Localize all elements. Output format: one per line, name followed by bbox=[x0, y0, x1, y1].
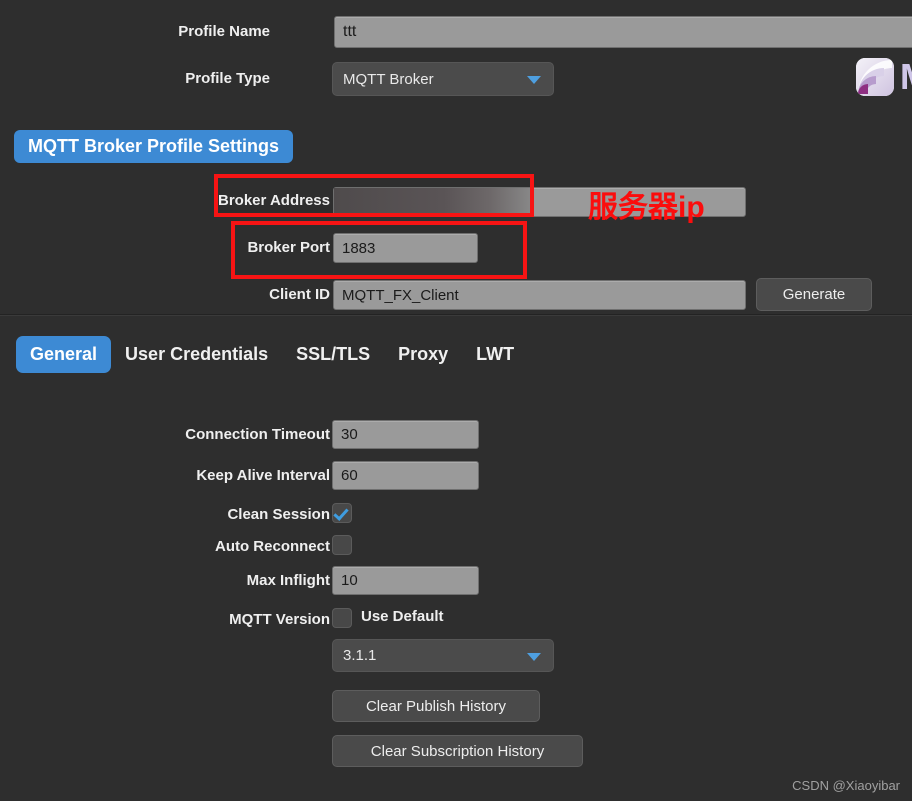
max-inflight-input[interactable]: 10 bbox=[332, 566, 479, 595]
profile-type-dropdown[interactable]: MQTT Broker bbox=[332, 62, 554, 96]
use-default-checkbox[interactable] bbox=[332, 608, 352, 628]
tab-user-credentials[interactable]: User Credentials bbox=[111, 336, 282, 373]
broker-address-label: Broker Address bbox=[218, 192, 330, 209]
app-logo-icon bbox=[856, 58, 894, 96]
profile-name-label: Profile Name bbox=[178, 23, 270, 40]
chevron-down-icon bbox=[527, 76, 541, 84]
client-id-label: Client ID bbox=[269, 286, 330, 303]
connection-timeout-label: Connection Timeout bbox=[185, 426, 330, 443]
tabbar: General User Credentials SSL/TLS Proxy L… bbox=[16, 334, 528, 374]
clean-session-label: Clean Session bbox=[227, 506, 330, 523]
clear-publish-history-button[interactable]: Clear Publish History bbox=[332, 690, 540, 722]
tab-proxy[interactable]: Proxy bbox=[384, 336, 462, 373]
client-id-input[interactable]: MQTT_FX_Client bbox=[333, 280, 746, 310]
clean-session-checkbox[interactable] bbox=[332, 503, 352, 523]
section-badge: MQTT Broker Profile Settings bbox=[14, 130, 294, 163]
chevron-down-icon bbox=[527, 652, 541, 661]
broker-port-label: Broker Port bbox=[247, 239, 330, 256]
keep-alive-interval-input[interactable]: 60 bbox=[332, 461, 479, 490]
tab-general[interactable]: General bbox=[16, 335, 112, 373]
tab-ssl-tls[interactable]: SSL/TLS bbox=[282, 336, 384, 373]
mqtt-version-dropdown[interactable]: 3.1.1 bbox=[332, 639, 554, 672]
watermark: CSDN @Xiaoyibar bbox=[792, 778, 900, 793]
profile-name-input[interactable]: ttt bbox=[334, 16, 912, 48]
clear-subscription-history-button[interactable]: Clear Subscription History bbox=[332, 735, 583, 767]
app-logo-letter-icon: M bbox=[900, 58, 912, 96]
profile-type-value: MQTT Broker bbox=[343, 70, 434, 88]
use-default-label: Use Default bbox=[361, 608, 444, 625]
mqtt-version-label: MQTT Version bbox=[229, 611, 330, 628]
mqtt-version-value: 3.1.1 bbox=[343, 647, 377, 664]
auto-reconnect-checkbox[interactable] bbox=[332, 535, 352, 555]
connection-timeout-input[interactable]: 30 bbox=[332, 420, 479, 449]
tab-lwt[interactable]: LWT bbox=[462, 336, 528, 373]
max-inflight-label: Max Inflight bbox=[246, 572, 330, 589]
auto-reconnect-label: Auto Reconnect bbox=[214, 538, 330, 555]
mqtt-fx-profile-window: Profile Name ttt Profile Type MQTT Broke… bbox=[0, 0, 912, 801]
section-divider bbox=[0, 314, 912, 316]
generate-button[interactable]: Generate bbox=[756, 278, 872, 311]
profile-type-label: Profile Type bbox=[185, 70, 270, 87]
broker-port-input[interactable]: 1883 bbox=[333, 233, 478, 263]
keep-alive-interval-label: Keep Alive Interval bbox=[196, 467, 330, 484]
annotation-server-ip-text: 服务器ip bbox=[588, 191, 705, 224]
